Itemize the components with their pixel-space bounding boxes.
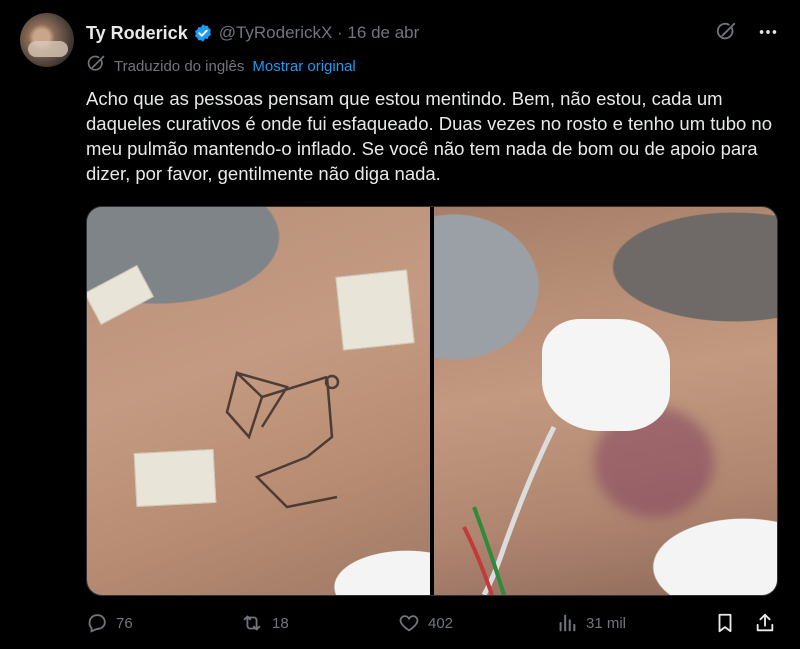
- avatar[interactable]: [20, 13, 74, 67]
- tweet-media[interactable]: [86, 206, 778, 596]
- repost-icon: [243, 615, 261, 631]
- more-icon[interactable]: [756, 20, 780, 44]
- tweet-top-actions: [714, 20, 780, 44]
- like-button[interactable]: 402: [398, 612, 453, 634]
- tweet-header: Ty Roderick @TyRoderickX · 16 de abr: [86, 20, 419, 46]
- translation-notice: Traduzido do inglês Mostrar original: [86, 54, 356, 78]
- tweet-actions: 76 18 402 31 mil: [86, 612, 780, 640]
- verified-badge-icon: [193, 23, 213, 43]
- author-name[interactable]: Ty Roderick: [86, 23, 188, 44]
- like-icon: [399, 615, 419, 632]
- repost-count: 18: [272, 614, 289, 632]
- photo-chest-tube[interactable]: [434, 207, 777, 595]
- show-original-link[interactable]: Mostrar original: [252, 58, 355, 75]
- photo-back-wounds[interactable]: [87, 207, 430, 595]
- scales-tattoo: [225, 370, 340, 509]
- share-button[interactable]: [754, 612, 776, 634]
- translate-icon: [86, 54, 106, 78]
- reply-button[interactable]: 76: [86, 612, 133, 634]
- author-handle-date[interactable]: @TyRoderickX · 16 de abr: [219, 23, 420, 43]
- like-count: 402: [428, 614, 454, 632]
- reply-icon: [88, 614, 106, 633]
- tweet-text: Acho que as pessoas pensam que estou men…: [86, 88, 772, 184]
- bookmark-icon: [718, 613, 732, 633]
- grok-icon[interactable]: [714, 20, 738, 44]
- bookmark-button[interactable]: [714, 612, 736, 634]
- views-icon: [559, 614, 576, 632]
- repost-button[interactable]: 18: [240, 612, 289, 634]
- share-icon: [756, 613, 774, 632]
- reply-count: 76: [116, 614, 133, 632]
- views-button[interactable]: 31 mil: [556, 612, 626, 634]
- views-count: 31 mil: [586, 614, 627, 632]
- tweet: Ty Roderick @TyRoderickX · 16 de abr Tra…: [0, 0, 800, 649]
- chest-tube: [462, 425, 557, 595]
- translated-label: Traduzido do inglês: [114, 57, 245, 75]
